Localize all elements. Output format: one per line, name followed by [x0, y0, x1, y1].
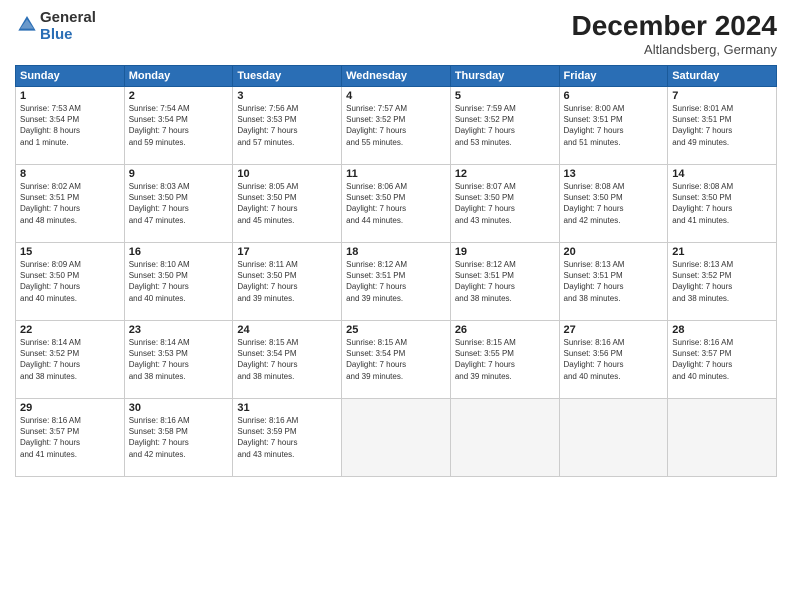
table-row: 18Sunrise: 8:12 AMSunset: 3:51 PMDayligh… — [342, 243, 451, 321]
table-row: 15Sunrise: 8:09 AMSunset: 3:50 PMDayligh… — [16, 243, 125, 321]
table-row: 6Sunrise: 8:00 AMSunset: 3:51 PMDaylight… — [559, 87, 668, 165]
logo-general: General — [40, 10, 96, 27]
col-tuesday: Tuesday — [233, 66, 342, 87]
table-row: 16Sunrise: 8:10 AMSunset: 3:50 PMDayligh… — [124, 243, 233, 321]
title-block: December 2024 Altlandsberg, Germany — [572, 10, 777, 57]
table-row: 25Sunrise: 8:15 AMSunset: 3:54 PMDayligh… — [342, 321, 451, 399]
table-row: 1Sunrise: 7:53 AMSunset: 3:54 PMDaylight… — [16, 87, 125, 165]
table-row: 17Sunrise: 8:11 AMSunset: 3:50 PMDayligh… — [233, 243, 342, 321]
table-row — [559, 399, 668, 477]
table-row: 22Sunrise: 8:14 AMSunset: 3:52 PMDayligh… — [16, 321, 125, 399]
table-row: 13Sunrise: 8:08 AMSunset: 3:50 PMDayligh… — [559, 165, 668, 243]
table-row: 19Sunrise: 8:12 AMSunset: 3:51 PMDayligh… — [450, 243, 559, 321]
table-row: 4Sunrise: 7:57 AMSunset: 3:52 PMDaylight… — [342, 87, 451, 165]
calendar-table: Sunday Monday Tuesday Wednesday Thursday… — [15, 65, 777, 477]
header-row: Sunday Monday Tuesday Wednesday Thursday… — [16, 66, 777, 87]
col-thursday: Thursday — [450, 66, 559, 87]
col-sunday: Sunday — [16, 66, 125, 87]
table-row: 30Sunrise: 8:16 AMSunset: 3:58 PMDayligh… — [124, 399, 233, 477]
col-wednesday: Wednesday — [342, 66, 451, 87]
page: General Blue December 2024 Altlandsberg,… — [0, 0, 792, 612]
table-row: 11Sunrise: 8:06 AMSunset: 3:50 PMDayligh… — [342, 165, 451, 243]
table-row: 29Sunrise: 8:16 AMSunset: 3:57 PMDayligh… — [16, 399, 125, 477]
table-row: 2Sunrise: 7:54 AMSunset: 3:54 PMDaylight… — [124, 87, 233, 165]
week-row: 1Sunrise: 7:53 AMSunset: 3:54 PMDaylight… — [16, 87, 777, 165]
table-row: 12Sunrise: 8:07 AMSunset: 3:50 PMDayligh… — [450, 165, 559, 243]
table-row: 14Sunrise: 8:08 AMSunset: 3:50 PMDayligh… — [668, 165, 777, 243]
table-row: 20Sunrise: 8:13 AMSunset: 3:51 PMDayligh… — [559, 243, 668, 321]
table-row — [342, 399, 451, 477]
table-row: 27Sunrise: 8:16 AMSunset: 3:56 PMDayligh… — [559, 321, 668, 399]
logo: General Blue — [15, 10, 96, 43]
week-row: 15Sunrise: 8:09 AMSunset: 3:50 PMDayligh… — [16, 243, 777, 321]
table-row: 28Sunrise: 8:16 AMSunset: 3:57 PMDayligh… — [668, 321, 777, 399]
logo-icon — [17, 14, 37, 34]
table-row: 5Sunrise: 7:59 AMSunset: 3:52 PMDaylight… — [450, 87, 559, 165]
week-row: 22Sunrise: 8:14 AMSunset: 3:52 PMDayligh… — [16, 321, 777, 399]
table-row: 3Sunrise: 7:56 AMSunset: 3:53 PMDaylight… — [233, 87, 342, 165]
col-saturday: Saturday — [668, 66, 777, 87]
table-row: 21Sunrise: 8:13 AMSunset: 3:52 PMDayligh… — [668, 243, 777, 321]
logo-blue: Blue — [40, 27, 96, 44]
table-row: 24Sunrise: 8:15 AMSunset: 3:54 PMDayligh… — [233, 321, 342, 399]
table-row — [450, 399, 559, 477]
table-row: 26Sunrise: 8:15 AMSunset: 3:55 PMDayligh… — [450, 321, 559, 399]
col-monday: Monday — [124, 66, 233, 87]
table-row: 7Sunrise: 8:01 AMSunset: 3:51 PMDaylight… — [668, 87, 777, 165]
table-row: 23Sunrise: 8:14 AMSunset: 3:53 PMDayligh… — [124, 321, 233, 399]
location-subtitle: Altlandsberg, Germany — [572, 42, 777, 57]
table-row: 9Sunrise: 8:03 AMSunset: 3:50 PMDaylight… — [124, 165, 233, 243]
table-row: 31Sunrise: 8:16 AMSunset: 3:59 PMDayligh… — [233, 399, 342, 477]
table-row: 8Sunrise: 8:02 AMSunset: 3:51 PMDaylight… — [16, 165, 125, 243]
col-friday: Friday — [559, 66, 668, 87]
week-row: 8Sunrise: 8:02 AMSunset: 3:51 PMDaylight… — [16, 165, 777, 243]
table-row: 10Sunrise: 8:05 AMSunset: 3:50 PMDayligh… — [233, 165, 342, 243]
week-row: 29Sunrise: 8:16 AMSunset: 3:57 PMDayligh… — [16, 399, 777, 477]
month-title: December 2024 — [572, 10, 777, 42]
table-row — [668, 399, 777, 477]
header: General Blue December 2024 Altlandsberg,… — [15, 10, 777, 57]
